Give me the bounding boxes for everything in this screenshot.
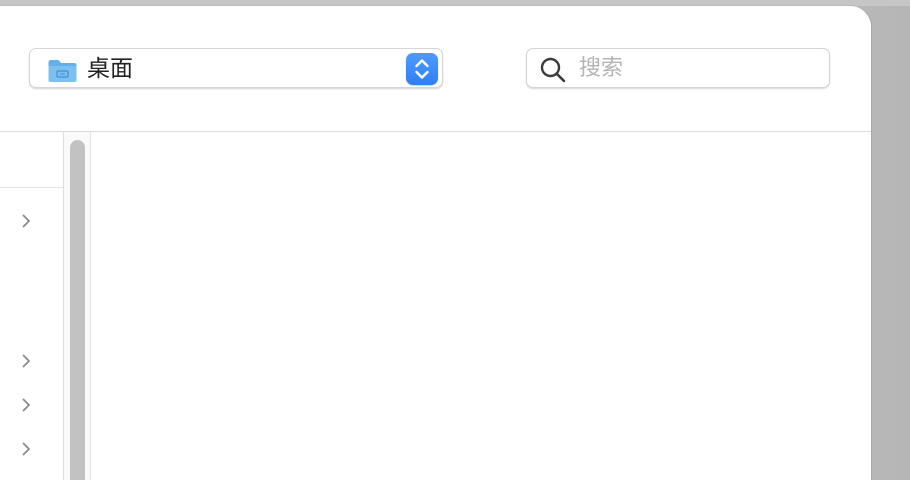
search-input[interactable] — [579, 53, 809, 83]
location-popup-button[interactable]: 桌面 — [29, 48, 443, 88]
location-stepper[interactable] — [406, 53, 438, 85]
chevron-right-icon[interactable] — [20, 441, 32, 457]
file-browser-pane[interactable] — [91, 132, 871, 480]
location-label: 桌面 — [87, 56, 133, 82]
up-down-arrows-icon — [415, 59, 429, 79]
sidebar-divider — [0, 187, 63, 188]
chevron-right-icon[interactable] — [20, 213, 32, 229]
file-dialog-window: 桌面 — [0, 5, 872, 480]
sidebar-column — [0, 132, 64, 480]
dialog-toolbar: 桌面 — [0, 6, 871, 132]
folder-icon — [48, 60, 77, 82]
scrollbar-thumb[interactable] — [70, 140, 85, 480]
search-field[interactable] — [526, 48, 830, 88]
magnifier-icon — [540, 57, 566, 83]
chevron-right-icon[interactable] — [20, 397, 32, 413]
column-scrollbar[interactable] — [64, 132, 91, 480]
chevron-right-icon[interactable] — [20, 353, 32, 369]
